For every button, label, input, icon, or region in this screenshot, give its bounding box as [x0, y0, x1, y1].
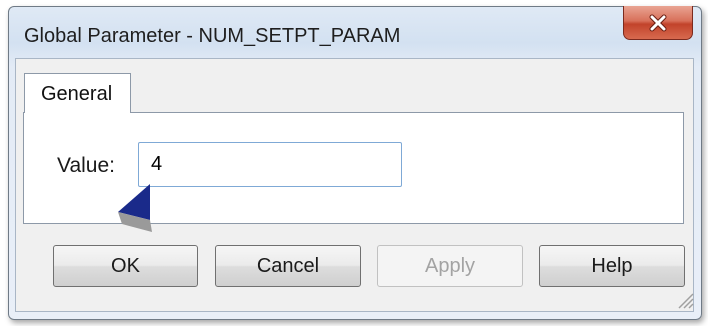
- value-label: Value:: [57, 154, 115, 177]
- ok-button[interactable]: OK: [53, 245, 198, 287]
- pointer-arrow-icon: [118, 184, 152, 232]
- help-button[interactable]: Help: [539, 245, 685, 287]
- close-icon: [649, 14, 667, 31]
- value-input[interactable]: [138, 142, 402, 187]
- window-title: Global Parameter - NUM_SETPT_PARAM: [24, 25, 401, 47]
- tab-general[interactable]: General: [24, 73, 131, 113]
- close-button[interactable]: [623, 6, 693, 40]
- resize-grip-icon[interactable]: [675, 290, 695, 310]
- apply-button[interactable]: Apply: [377, 245, 523, 287]
- cancel-button[interactable]: Cancel: [215, 245, 361, 287]
- tab-general-label: General: [41, 83, 113, 105]
